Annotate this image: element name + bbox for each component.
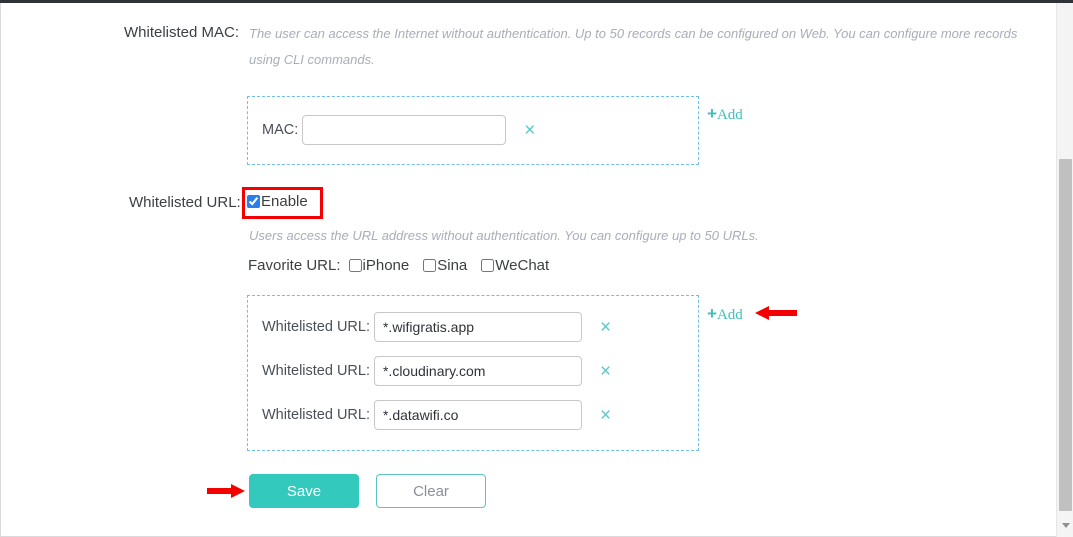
url-add-label: Add bbox=[716, 307, 743, 323]
whitelisted-mac-hint-text: The user can access the Internet without… bbox=[249, 26, 1018, 67]
favorite-iphone-wrap[interactable]: iPhone bbox=[348, 257, 410, 274]
favorite-url-row: Favorite URL: iPhone Sina WeChat bbox=[248, 257, 563, 274]
scrollbar-thumb[interactable] bbox=[1059, 159, 1072, 511]
url-remove-icon[interactable]: × bbox=[600, 406, 611, 425]
mac-entry-row: MAC: × bbox=[262, 115, 698, 145]
mac-remove-icon[interactable]: × bbox=[524, 121, 535, 140]
content-card: Whitelisted MAC: The user can access the… bbox=[0, 3, 1056, 537]
favorite-wechat-label[interactable]: WeChat bbox=[495, 257, 549, 274]
url-input[interactable] bbox=[373, 400, 582, 430]
url-input[interactable] bbox=[373, 356, 582, 386]
url-add-button[interactable]: +Add bbox=[707, 304, 743, 324]
url-entry-row: Whitelisted URL: × bbox=[262, 356, 698, 386]
url-entries-box: Whitelisted URL: × Whitelisted URL: × Wh… bbox=[247, 295, 699, 451]
favorite-sina-label[interactable]: Sina bbox=[437, 257, 467, 274]
vertical-scrollbar[interactable] bbox=[1056, 3, 1073, 537]
enable-checkbox-label[interactable]: Enable bbox=[261, 193, 308, 210]
url-entry-row: Whitelisted URL: × bbox=[262, 312, 698, 342]
url-entry-row: Whitelisted URL: × bbox=[262, 400, 698, 430]
mac-entry-label: MAC: bbox=[262, 122, 299, 138]
url-entry-label: Whitelisted URL: bbox=[262, 319, 370, 335]
whitelisted-url-hint: Users access the URL address without aut… bbox=[249, 223, 949, 249]
favorite-iphone-label[interactable]: iPhone bbox=[363, 257, 410, 274]
favorite-wechat-checkbox[interactable] bbox=[481, 259, 495, 272]
favorite-wechat-wrap[interactable]: WeChat bbox=[481, 257, 549, 274]
url-remove-icon[interactable]: × bbox=[600, 362, 611, 381]
settings-page: Whitelisted MAC: The user can access the… bbox=[0, 0, 1073, 537]
mac-add-label: Add bbox=[716, 107, 743, 123]
enable-checkbox[interactable] bbox=[247, 195, 260, 208]
whitelisted-mac-row: Whitelisted MAC: bbox=[124, 23, 239, 43]
whitelisted-url-row: Whitelisted URL: bbox=[129, 193, 241, 213]
whitelisted-url-hint-text: Users access the URL address without aut… bbox=[249, 228, 759, 243]
favorite-sina-checkbox[interactable] bbox=[423, 259, 437, 272]
url-remove-icon[interactable]: × bbox=[600, 318, 611, 337]
save-arrow-annotation bbox=[207, 484, 245, 498]
add-arrow-annotation bbox=[755, 306, 797, 320]
url-entry-label: Whitelisted URL: bbox=[262, 363, 370, 379]
scroll-down-icon[interactable] bbox=[1057, 517, 1073, 534]
url-entry-label: Whitelisted URL: bbox=[262, 407, 370, 423]
clear-button[interactable]: Clear bbox=[376, 474, 486, 508]
mac-entries-box: MAC: × bbox=[247, 96, 699, 165]
plus-icon: + bbox=[707, 104, 717, 123]
favorite-sina-wrap[interactable]: Sina bbox=[423, 257, 467, 274]
mac-input[interactable] bbox=[302, 115, 507, 145]
whitelisted-mac-hint: The user can access the Internet without… bbox=[249, 21, 1049, 73]
mac-add-button[interactable]: +Add bbox=[707, 104, 743, 124]
whitelisted-mac-label: Whitelisted MAC: bbox=[124, 24, 240, 41]
plus-icon: + bbox=[707, 304, 717, 323]
favorite-url-label: Favorite URL: bbox=[248, 257, 341, 274]
whitelisted-url-label: Whitelisted URL: bbox=[129, 194, 241, 211]
save-button[interactable]: Save bbox=[249, 474, 359, 508]
url-input[interactable] bbox=[373, 312, 582, 342]
enable-checkbox-wrap[interactable]: Enable bbox=[247, 193, 308, 210]
favorite-iphone-checkbox[interactable] bbox=[348, 259, 362, 272]
